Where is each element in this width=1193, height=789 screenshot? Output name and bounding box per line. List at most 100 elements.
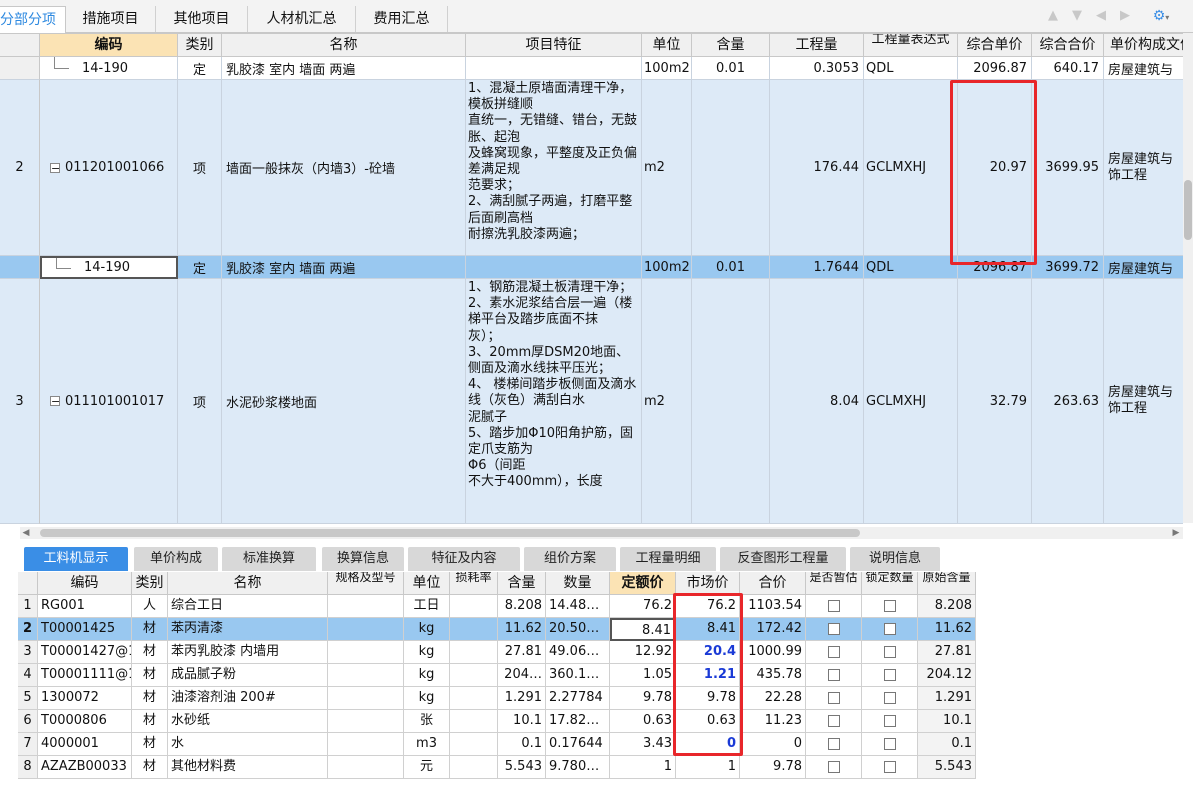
- header-unit-price[interactable]: 综合单价: [958, 34, 1032, 57]
- unit-cell[interactable]: 100m2: [642, 256, 692, 279]
- tab-fenbu[interactable]: 分部分项: [0, 6, 66, 33]
- vertical-scroll-thumb[interactable]: [1184, 180, 1192, 240]
- total-cell[interactable]: 640.17: [1032, 57, 1104, 80]
- tab-description-info[interactable]: 说明信息: [850, 547, 940, 571]
- unit-price-cell[interactable]: 32.79: [958, 279, 1032, 524]
- type-cell[interactable]: 人: [132, 595, 168, 618]
- name-cell[interactable]: 墙面一般抹灰（内墙3）-砼墙: [222, 80, 466, 256]
- estimated-checkbox[interactable]: [827, 691, 840, 704]
- quantity-cell[interactable]: 17.82…: [546, 710, 610, 733]
- loss-rate-cell[interactable]: [450, 618, 498, 641]
- tab-cuoshi[interactable]: 措施项目: [66, 6, 156, 32]
- name-cell[interactable]: 水砂纸: [168, 710, 328, 733]
- total-price-cell[interactable]: 1103.54: [740, 595, 806, 618]
- name-cell[interactable]: 成品腻子粉: [168, 664, 328, 687]
- spec-cell[interactable]: [328, 687, 404, 710]
- header-total[interactable]: 综合合价: [1032, 34, 1104, 57]
- spec-cell[interactable]: [328, 595, 404, 618]
- header-is-estimated[interactable]: 是否暂估: [806, 572, 862, 595]
- original-content-cell[interactable]: 1.291: [918, 687, 976, 710]
- content-cell[interactable]: 5.543: [498, 756, 546, 779]
- header-content[interactable]: 含量: [692, 34, 770, 57]
- header-code[interactable]: 编码: [40, 34, 178, 57]
- header-name[interactable]: 名称: [222, 34, 466, 57]
- is-estimated-checkbox-cell[interactable]: [806, 710, 862, 733]
- lock-quantity-checkbox[interactable]: [883, 645, 896, 658]
- type-cell[interactable]: 材: [132, 687, 168, 710]
- spec-cell[interactable]: [328, 710, 404, 733]
- price-file-cell[interactable]: 房屋建筑与 饰工程: [1104, 80, 1183, 256]
- code-cell[interactable]: 14-190: [40, 57, 178, 80]
- tab-pricing-scheme[interactable]: 组价方案: [524, 547, 616, 571]
- move-up-icon[interactable]: ▲: [1046, 9, 1060, 23]
- total-price-cell[interactable]: 9.78: [740, 756, 806, 779]
- header-quota-price[interactable]: 定额价: [610, 572, 676, 595]
- lock-quantity-checkbox[interactable]: [883, 714, 896, 727]
- name-cell[interactable]: 水: [168, 733, 328, 756]
- name-cell[interactable]: 苯丙清漆: [168, 618, 328, 641]
- unit-cell[interactable]: 元: [404, 756, 450, 779]
- quantity-cell[interactable]: 9.780…: [546, 756, 610, 779]
- tab-conversion-info[interactable]: 换算信息: [322, 547, 404, 571]
- quantity-cell[interactable]: 0.3053: [770, 57, 864, 80]
- feature-cell[interactable]: [466, 57, 642, 80]
- expression-cell[interactable]: QDL: [864, 57, 958, 80]
- feature-cell[interactable]: 1、混凝土原墙面清理干净，模板拼缝顺 直统一，无错缝、错台，无鼓胀、起泡 及蜂窝…: [466, 80, 642, 256]
- content-cell[interactable]: 204…: [498, 664, 546, 687]
- move-down-icon[interactable]: ▼: [1070, 9, 1084, 23]
- quota-price-cell[interactable]: 1: [610, 756, 676, 779]
- lock-quantity-checkbox-cell[interactable]: [862, 664, 918, 687]
- estimated-checkbox[interactable]: [827, 599, 840, 612]
- loss-rate-cell[interactable]: [450, 756, 498, 779]
- unit-cell[interactable]: kg: [404, 641, 450, 664]
- loss-rate-cell[interactable]: [450, 595, 498, 618]
- type-cell[interactable]: 材: [132, 618, 168, 641]
- header-original-content[interactable]: 原始含量: [918, 572, 976, 595]
- name-cell[interactable]: 综合工日: [168, 595, 328, 618]
- market-price-cell[interactable]: 9.78: [676, 687, 740, 710]
- lock-quantity-checkbox[interactable]: [883, 691, 896, 704]
- is-estimated-checkbox-cell[interactable]: [806, 664, 862, 687]
- arrow-left-icon[interactable]: ◀: [1094, 9, 1108, 23]
- scroll-left-icon[interactable]: ◀: [20, 527, 32, 539]
- code-cell[interactable]: 1300072: [38, 687, 132, 710]
- unit-price-cell[interactable]: 2096.87: [958, 57, 1032, 80]
- name-cell[interactable]: 苯丙乳胶漆 内墙用: [168, 641, 328, 664]
- quota-price-cell[interactable]: 0.63: [610, 710, 676, 733]
- estimated-checkbox[interactable]: [827, 737, 840, 750]
- estimated-checkbox[interactable]: [827, 622, 840, 635]
- original-content-cell[interactable]: 204.12: [918, 664, 976, 687]
- unit-cell[interactable]: m2: [642, 80, 692, 256]
- is-estimated-checkbox-cell[interactable]: [806, 618, 862, 641]
- estimated-checkbox[interactable]: [827, 760, 840, 773]
- header-lock-quantity[interactable]: 锁定数量: [862, 572, 918, 595]
- code-cell[interactable]: RG001: [38, 595, 132, 618]
- header-content[interactable]: 含量: [498, 572, 546, 595]
- total-price-cell[interactable]: 0: [740, 733, 806, 756]
- header-spec[interactable]: 规格及型号: [328, 572, 404, 595]
- code-cell[interactable]: 4000001: [38, 733, 132, 756]
- unit-cell[interactable]: 100m2: [642, 57, 692, 80]
- market-price-cell[interactable]: 0.63: [676, 710, 740, 733]
- content-cell[interactable]: 0.1: [498, 733, 546, 756]
- scroll-right-icon[interactable]: ▶: [1170, 527, 1182, 539]
- is-estimated-checkbox-cell[interactable]: [806, 641, 862, 664]
- unit-cell[interactable]: m2: [642, 279, 692, 524]
- type-cell[interactable]: 材: [132, 756, 168, 779]
- unit-cell[interactable]: m3: [404, 733, 450, 756]
- feature-cell[interactable]: [466, 256, 642, 279]
- content-cell[interactable]: 11.62: [498, 618, 546, 641]
- header-name[interactable]: 名称: [168, 572, 328, 595]
- tab-features-content[interactable]: 特征及内容: [408, 547, 520, 571]
- quantity-cell[interactable]: 2.27784: [546, 687, 610, 710]
- type-cell[interactable]: 材: [132, 710, 168, 733]
- market-price-cell[interactable]: 1.21: [676, 664, 740, 687]
- code-cell[interactable]: T00001425: [38, 618, 132, 641]
- type-cell[interactable]: 定: [178, 256, 222, 279]
- header-market-price[interactable]: 市场价: [676, 572, 740, 595]
- collapse-icon[interactable]: −: [50, 162, 60, 174]
- name-cell[interactable]: 乳胶漆 室内 墙面 两遍: [222, 256, 466, 279]
- unit-cell[interactable]: kg: [404, 687, 450, 710]
- lock-quantity-checkbox-cell[interactable]: [862, 756, 918, 779]
- price-file-cell[interactable]: 房屋建筑与: [1104, 256, 1183, 279]
